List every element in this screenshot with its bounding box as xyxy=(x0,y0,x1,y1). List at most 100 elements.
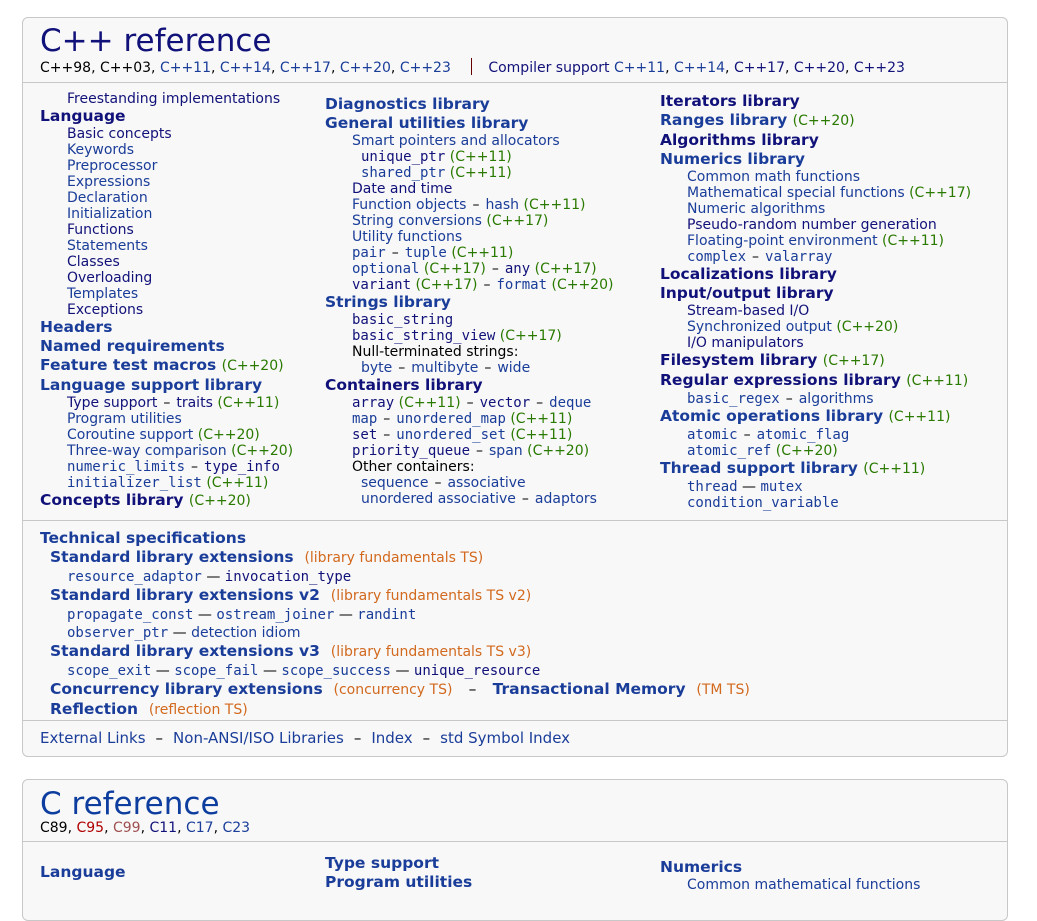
link-strings-library[interactable]: Strings library xyxy=(325,293,613,312)
link-hash[interactable]: hash xyxy=(485,197,519,213)
std-link-cpp11[interactable]: C++11 xyxy=(160,60,211,76)
link-std-lib-ext[interactable]: Standard library extensions xyxy=(50,548,294,566)
link-any[interactable]: any xyxy=(505,261,530,277)
link-sequence[interactable]: sequence xyxy=(361,475,428,491)
std-link-c99[interactable]: C99 xyxy=(113,820,141,836)
link-detection-idiom[interactable]: detection idiom xyxy=(191,625,300,641)
link-three-way-comparison[interactable]: Three-way comparison xyxy=(67,443,227,459)
link-atomic-flag[interactable]: atomic_flag xyxy=(757,427,850,443)
std-link-cpp14[interactable]: C++14 xyxy=(220,60,271,76)
link-classes[interactable]: Classes xyxy=(40,254,293,270)
link-io-manipulators[interactable]: I/O manipulators xyxy=(660,335,971,351)
link-date-time[interactable]: Date and time xyxy=(325,181,613,197)
link-unordered-associative[interactable]: unordered associative xyxy=(361,491,516,507)
link-std-lib-ext-v3[interactable]: Standard library extensions v3 xyxy=(50,642,320,660)
link-basic-regex[interactable]: basic_regex xyxy=(687,391,780,407)
link-utility-functions[interactable]: Utility functions xyxy=(325,229,613,245)
link-string-conversions[interactable]: String conversions xyxy=(352,213,482,229)
link-map[interactable]: map xyxy=(352,411,377,427)
link-unordered-map[interactable]: unordered_map xyxy=(396,411,506,427)
link-sync-output[interactable]: Synchronized output xyxy=(687,319,832,335)
link-statements[interactable]: Statements xyxy=(40,238,293,254)
link-std-lib-ext-v2[interactable]: Standard library extensions v2 xyxy=(50,586,320,604)
compiler-link-cpp20[interactable]: C++20 xyxy=(794,60,845,76)
link-complex[interactable]: complex xyxy=(687,249,746,265)
link-exceptions[interactable]: Exceptions xyxy=(40,302,293,318)
link-resource-adaptor[interactable]: resource_adaptor xyxy=(67,569,202,585)
link-c-common-math[interactable]: Common mathematical functions xyxy=(660,877,920,893)
std-link-c17[interactable]: C17 xyxy=(186,820,214,836)
link-numeric-limits[interactable]: numeric_limits xyxy=(67,459,185,475)
link-associative[interactable]: associative xyxy=(447,475,525,491)
link-stream-io[interactable]: Stream-based I/O xyxy=(660,303,971,319)
link-functions[interactable]: Functions xyxy=(40,222,293,238)
std-link-cpp98[interactable]: C++98 xyxy=(40,60,91,76)
link-regex[interactable]: Regular expressions library xyxy=(660,371,901,389)
link-math-special[interactable]: Mathematical special functions xyxy=(687,185,905,201)
std-link-cpp20[interactable]: C++20 xyxy=(340,60,391,76)
link-priority-queue[interactable]: priority_queue xyxy=(352,443,470,459)
link-feature-test-macros[interactable]: Feature test macros xyxy=(40,356,216,374)
compiler-link-cpp17[interactable]: C++17 xyxy=(734,60,785,76)
std-link-cpp17[interactable]: C++17 xyxy=(280,60,331,76)
link-optional[interactable]: optional xyxy=(352,261,419,277)
link-condition-variable[interactable]: condition_variable xyxy=(660,495,971,511)
link-concepts-library[interactable]: Concepts library xyxy=(40,491,183,509)
link-format[interactable]: format xyxy=(496,277,547,293)
link-type-info[interactable]: type_info xyxy=(204,459,280,475)
link-general-utilities[interactable]: General utilities library xyxy=(325,114,613,133)
link-c-numerics[interactable]: Numerics xyxy=(660,858,920,877)
link-non-ansi-libraries[interactable]: Non-ANSI/ISO Libraries xyxy=(173,729,344,747)
link-deque[interactable]: deque xyxy=(549,395,591,411)
link-algorithms[interactable]: Algorithms library xyxy=(660,131,971,150)
link-io[interactable]: Input/output library xyxy=(660,284,971,303)
link-type-support[interactable]: Type support xyxy=(67,395,157,411)
link-unordered-set[interactable]: unordered_set xyxy=(396,427,506,443)
link-variant[interactable]: variant xyxy=(352,277,411,293)
std-link-c23[interactable]: C23 xyxy=(223,820,251,836)
link-overloading[interactable]: Overloading xyxy=(40,270,293,286)
link-c-type-support[interactable]: Type support xyxy=(325,854,472,873)
link-shared-ptr[interactable]: shared_ptr xyxy=(361,165,445,181)
link-c-program-utilities[interactable]: Program utilities xyxy=(325,873,472,892)
link-diagnostics[interactable]: Diagnostics library xyxy=(325,95,613,114)
std-link-c11[interactable]: C11 xyxy=(150,820,178,836)
link-valarray[interactable]: valarray xyxy=(765,249,832,265)
std-link-c89[interactable]: C89 xyxy=(40,820,68,836)
compiler-link-cpp23[interactable]: C++23 xyxy=(854,60,905,76)
link-filesystem[interactable]: Filesystem library xyxy=(660,351,817,369)
link-regex-algorithms[interactable]: algorithms xyxy=(799,391,874,407)
link-program-utilities[interactable]: Program utilities xyxy=(40,411,293,427)
link-scope-fail[interactable]: scope_fail xyxy=(174,663,258,679)
compiler-support-link[interactable]: Compiler support xyxy=(488,60,609,76)
link-propagate-const[interactable]: propagate_const xyxy=(67,607,193,623)
link-keywords[interactable]: Keywords xyxy=(40,142,293,158)
link-transactional-memory[interactable]: Transactional Memory xyxy=(493,680,686,698)
link-byte[interactable]: byte xyxy=(361,360,392,376)
link-smart-pointers[interactable]: Smart pointers and allocators xyxy=(325,133,613,149)
std-link-c95[interactable]: C95 xyxy=(77,820,105,836)
link-thread[interactable]: thread xyxy=(687,479,738,495)
link-containers-library[interactable]: Containers library xyxy=(325,376,613,395)
link-language-support[interactable]: Language support library xyxy=(40,376,293,395)
link-ostream-joiner[interactable]: ostream_joiner xyxy=(216,607,334,623)
link-array[interactable]: array xyxy=(352,395,394,411)
link-tuple[interactable]: tuple xyxy=(405,245,447,261)
link-common-math[interactable]: Common math functions xyxy=(660,169,971,185)
link-expressions[interactable]: Expressions xyxy=(40,174,293,190)
link-initializer-list[interactable]: initializer_list xyxy=(67,475,202,491)
compiler-link-cpp14[interactable]: C++14 xyxy=(674,60,725,76)
link-traits[interactable]: traits xyxy=(176,395,213,411)
link-atomic-ref[interactable]: atomic_ref xyxy=(687,443,771,459)
link-language[interactable]: Language xyxy=(40,107,293,126)
link-iterators[interactable]: Iterators library xyxy=(660,92,971,111)
link-pair[interactable]: pair xyxy=(352,245,386,261)
link-adaptors[interactable]: adaptors xyxy=(535,491,597,507)
link-initialization[interactable]: Initialization xyxy=(40,206,293,222)
link-mutex[interactable]: mutex xyxy=(760,479,802,495)
compiler-link-cpp11[interactable]: C++11 xyxy=(614,60,665,76)
link-basic-string-view[interactable]: basic_string_view xyxy=(352,328,495,344)
link-concurrency-ext[interactable]: Concurrency library extensions xyxy=(50,680,323,698)
link-vector[interactable]: vector xyxy=(480,395,531,411)
link-numerics[interactable]: Numerics library xyxy=(660,150,971,169)
